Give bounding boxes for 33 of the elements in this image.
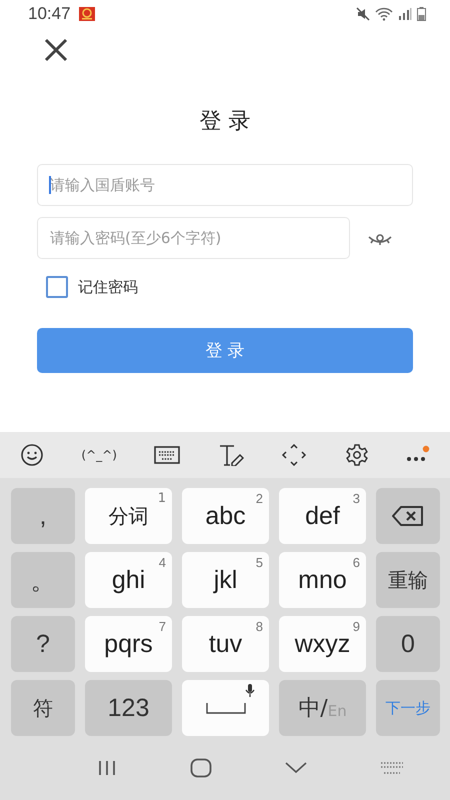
key-button[interactable]: , xyxy=(11,488,75,544)
key-button[interactable]: 。 xyxy=(11,552,75,608)
password-field[interactable]: 请输入密码(至少6个字符) xyxy=(37,217,350,259)
battery-icon xyxy=(417,7,426,21)
remember-checkbox[interactable] xyxy=(46,276,68,298)
chevron-down-icon[interactable] xyxy=(284,762,306,774)
space-icon xyxy=(206,702,246,714)
key-button[interactable]: 重输 xyxy=(376,552,440,608)
status-time: 10:47 xyxy=(28,4,71,24)
mute-icon xyxy=(356,7,370,21)
emoji-icon[interactable] xyxy=(20,443,44,467)
text-edit-icon[interactable] xyxy=(218,444,244,466)
backspace-button[interactable] xyxy=(376,488,440,544)
wifi-icon xyxy=(375,7,393,21)
page-title: 登 录 xyxy=(198,108,252,136)
space-key[interactable] xyxy=(182,680,269,736)
remember-label: 记住密码 xyxy=(78,278,138,296)
username-field[interactable]: 请输入国盾账号 xyxy=(37,164,413,206)
key-button[interactable]: ? xyxy=(11,616,75,672)
recent-apps-icon[interactable] xyxy=(96,760,116,776)
cursor-move-icon[interactable] xyxy=(281,444,308,466)
kaomoji-button[interactable]: (^_^) xyxy=(81,448,117,462)
keyboard-icon[interactable] xyxy=(154,446,180,464)
signal-icon xyxy=(398,8,412,20)
settings-icon[interactable] xyxy=(344,443,369,467)
key-button[interactable]: 123 xyxy=(85,680,172,736)
close-button[interactable] xyxy=(42,36,70,64)
home-icon[interactable] xyxy=(190,758,212,778)
key-button[interactable]: 符 xyxy=(11,680,75,736)
microphone-icon xyxy=(245,684,255,698)
app-logo-icon xyxy=(78,7,95,21)
backspace-icon xyxy=(391,505,425,527)
key-button[interactable]: 0 xyxy=(376,616,440,672)
